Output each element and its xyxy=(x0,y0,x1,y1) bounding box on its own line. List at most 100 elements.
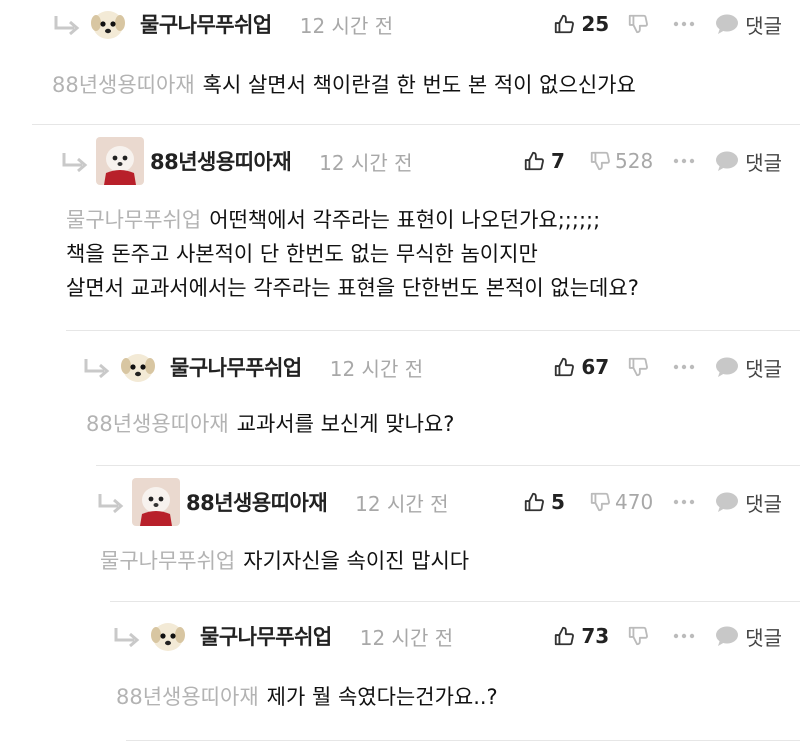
comment-body: 물구나무푸쉬업 어떤책에서 각주라는 표현이 나오던가요;;;;;; 책을 돈주고… xyxy=(0,203,800,305)
reply-button[interactable]: 댓글 xyxy=(715,353,782,382)
timestamp: 12 시간 전 xyxy=(319,150,413,175)
reply-button[interactable]: 댓글 xyxy=(715,147,782,176)
author-nickname[interactable]: 물구나무푸쉬업 xyxy=(170,352,302,382)
upvote-button[interactable]: 25 xyxy=(553,12,627,36)
comment: 물구나무푸쉬업 12 시간 전 67 댓글 88년생용띠아재 교과서를 보신게 맞… xyxy=(0,331,800,466)
timestamp: 12 시간 전 xyxy=(359,625,454,650)
thumbs-down-icon xyxy=(629,14,649,34)
timestamp: 12 시간 전 xyxy=(329,356,424,381)
upvote-button[interactable]: 7 xyxy=(523,149,589,173)
reply-label: 댓글 xyxy=(745,13,782,38)
comment-text: 제가 뭘 속였다는건가요..? xyxy=(266,685,498,709)
upvote-button[interactable]: 73 xyxy=(553,624,627,648)
upvote-count: 73 xyxy=(581,624,610,648)
upvote-button[interactable]: 5 xyxy=(523,490,589,514)
speech-bubble-icon xyxy=(716,492,739,512)
author-nickname[interactable]: 물구나무푸쉬업 xyxy=(140,9,272,39)
more-options-icon[interactable] xyxy=(673,499,695,505)
comment-actions: 67 댓글 xyxy=(553,353,782,382)
thumbs-down-icon xyxy=(629,626,649,646)
comment-header: 88년생용띠아재 12 시간 전 7 528 댓글 xyxy=(0,137,800,185)
more-options-icon[interactable] xyxy=(673,633,695,639)
more-options-icon[interactable] xyxy=(673,364,695,370)
reply-arrow-icon xyxy=(112,624,142,648)
comment-actions: 5 470 댓글 xyxy=(523,488,782,517)
reply-button[interactable]: 댓글 xyxy=(715,488,782,517)
reply-button[interactable]: 댓글 xyxy=(715,10,782,39)
speech-bubble-icon xyxy=(716,626,739,646)
author-nickname[interactable]: 88년생용띠아재 xyxy=(150,146,292,176)
comment-text: 자기자신을 속이진 맙시다 xyxy=(243,549,470,573)
mention[interactable]: 88년생용띠아재 xyxy=(116,685,259,709)
upvote-count: 67 xyxy=(581,355,610,379)
comment-body: 물구나무푸쉬업 자기자신을 속이진 맙시다 xyxy=(0,544,800,578)
comment-header: 물구나무푸쉬업 12 시간 전 67 댓글 xyxy=(0,347,800,387)
downvote-button[interactable]: 528 xyxy=(589,149,673,173)
comment-body: 88년생용띠아재 교과서를 보신게 맞나요? xyxy=(0,407,800,441)
comment: 물구나무푸쉬업 12 시간 전 25 댓글 88년생용띠아재 혹시 살면서 책이란… xyxy=(0,0,800,125)
author-nickname[interactable]: 물구나무푸쉬업 xyxy=(200,621,332,651)
speech-bubble-icon xyxy=(716,14,739,34)
reply-arrow-icon xyxy=(96,490,126,514)
thumbs-down-icon xyxy=(590,151,610,171)
comment-text: 어떤책에서 각주라는 표현이 나오던가요;;;;;; xyxy=(209,208,601,232)
speech-bubble-icon xyxy=(716,151,739,171)
reply-arrow-icon xyxy=(82,355,112,379)
timestamp: 12 시간 전 xyxy=(355,491,449,516)
avatar[interactable] xyxy=(88,4,128,44)
downvote-button[interactable] xyxy=(627,356,673,378)
mention[interactable]: 물구나무푸쉬업 xyxy=(66,208,201,232)
author-nickname[interactable]: 88년생용띠아재 xyxy=(186,487,328,517)
more-options-icon[interactable] xyxy=(673,158,695,164)
timestamp: 12 시간 전 xyxy=(299,13,394,38)
comment-actions: 73 댓글 xyxy=(553,622,782,651)
comment-text: 교과서를 보신게 맞나요? xyxy=(236,412,455,436)
comment-body: 88년생용띠아재 혹시 살면서 책이란걸 한 번도 본 적이 없으신가요 xyxy=(0,68,800,102)
reply-arrow-icon xyxy=(52,12,82,36)
avatar[interactable] xyxy=(148,616,188,656)
downvote-count: 528 xyxy=(615,149,654,173)
downvote-button[interactable]: 470 xyxy=(589,490,673,514)
comment-header: 물구나무푸쉬업 12 시간 전 25 댓글 xyxy=(0,4,800,44)
downvote-button[interactable] xyxy=(627,13,673,35)
comment: 물구나무푸쉬업 12 시간 전 73 댓글 88년생용띠아재 제가 뭘 속였다는건… xyxy=(0,602,800,745)
divider xyxy=(126,740,800,741)
comment-text: 혹시 살면서 책이란걸 한 번도 본 적이 없으신가요 xyxy=(202,73,636,97)
thumbs-up-icon xyxy=(555,357,575,377)
mention[interactable]: 물구나무푸쉬업 xyxy=(100,549,235,573)
comment-header: 물구나무푸쉬업 12 시간 전 73 댓글 xyxy=(0,616,800,656)
comment: 88년생용띠아재 12 시간 전 5 470 댓글 물구나무푸쉬업 자기자신을 속… xyxy=(0,466,800,602)
speech-bubble-icon xyxy=(716,357,739,377)
avatar[interactable] xyxy=(118,347,158,387)
comment: 88년생용띠아재 12 시간 전 7 528 댓글 물구나무푸쉬업 어떤책에서 각… xyxy=(0,125,800,331)
downvote-button[interactable] xyxy=(627,625,673,647)
comment-text: 살면서 교과서에서는 각주라는 표현을 단한번도 본적이 없는데요? xyxy=(66,276,639,300)
comment-text: 책을 돈주고 사본적이 단 한번도 없는 무식한 놈이지만 xyxy=(66,242,538,266)
avatar[interactable] xyxy=(132,478,180,526)
thumbs-up-icon xyxy=(555,626,575,646)
comment-header: 88년생용띠아재 12 시간 전 5 470 댓글 xyxy=(0,478,800,526)
comment-actions: 25 댓글 xyxy=(553,10,782,39)
mention[interactable]: 88년생용띠아재 xyxy=(52,73,195,97)
upvote-count: 5 xyxy=(551,490,565,514)
reply-label: 댓글 xyxy=(745,491,782,516)
thumbs-up-icon xyxy=(524,492,544,512)
reply-button[interactable]: 댓글 xyxy=(715,622,782,651)
comment-actions: 7 528 댓글 xyxy=(523,147,782,176)
more-options-icon[interactable] xyxy=(673,21,695,27)
mention[interactable]: 88년생용띠아재 xyxy=(86,412,229,436)
upvote-count: 7 xyxy=(551,149,565,173)
downvote-count: 470 xyxy=(615,490,654,514)
thumbs-down-icon xyxy=(590,492,610,512)
thumbs-up-icon xyxy=(555,14,575,34)
thumbs-up-icon xyxy=(524,151,544,171)
thumbs-down-icon xyxy=(629,357,649,377)
avatar[interactable] xyxy=(96,137,144,185)
upvote-count: 25 xyxy=(581,12,610,36)
comment-body: 88년생용띠아재 제가 뭘 속였다는건가요..? xyxy=(0,680,800,714)
reply-label: 댓글 xyxy=(745,150,782,175)
reply-label: 댓글 xyxy=(745,625,782,650)
upvote-button[interactable]: 67 xyxy=(553,355,627,379)
reply-label: 댓글 xyxy=(745,356,782,381)
reply-arrow-icon xyxy=(60,149,90,173)
